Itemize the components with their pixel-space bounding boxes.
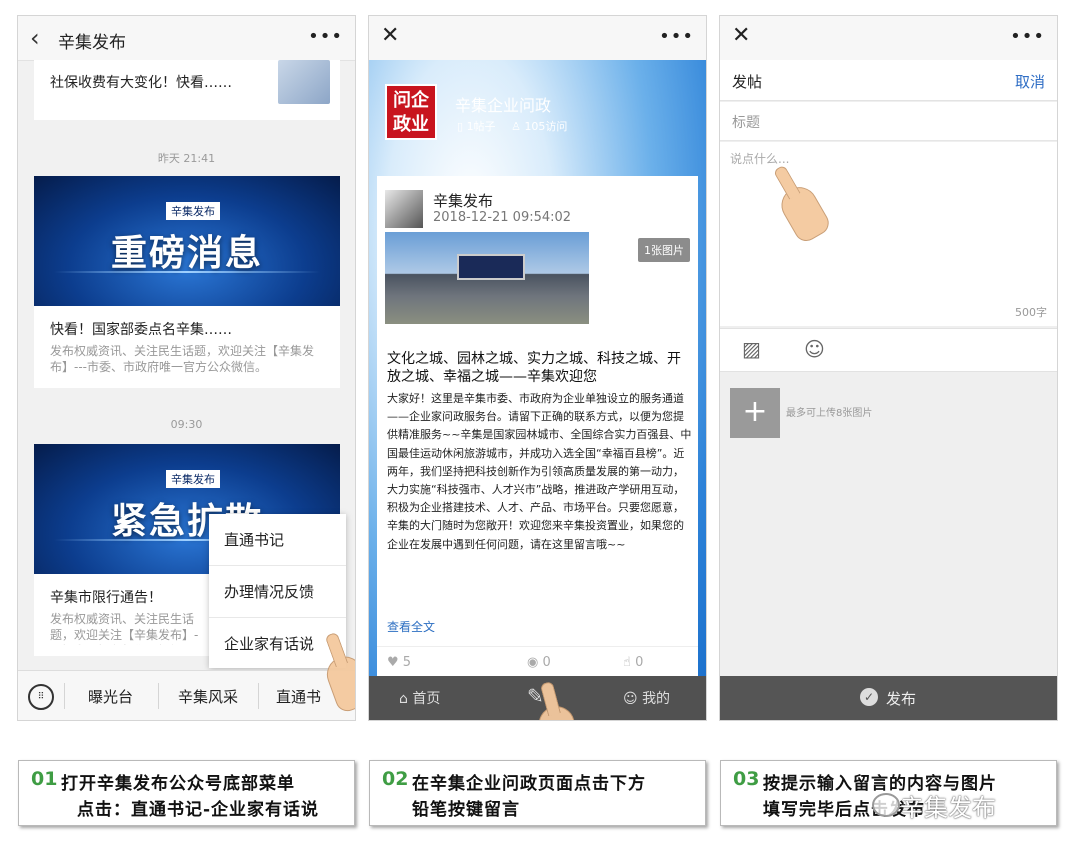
article-banner: 辛集发布 重磅消息 bbox=[34, 176, 340, 306]
cancel-button[interactable]: 取消 bbox=[1015, 71, 1045, 92]
check-icon: ✓ bbox=[860, 688, 878, 706]
bottom-menu-bar: ⠿ 曝光台 辛集风采 直通书 bbox=[18, 670, 355, 720]
post-headline: 文化之城、园林之城、实力之城、科技之城、开放之城、幸福之城——辛集欢迎您 bbox=[387, 351, 681, 385]
banner-text: 重磅消息 bbox=[110, 233, 263, 274]
article-thumbnail bbox=[278, 60, 330, 104]
publish-button[interactable]: ✓ 发布 bbox=[720, 676, 1057, 720]
phone-screen-3: ✕ ••• 发帖 取消 标题 说点什么... 500字 ▨ ☺ + 最多可上传8… bbox=[720, 16, 1057, 720]
post-author: 辛集发布 bbox=[433, 192, 494, 210]
page-title: 辛集发布 bbox=[58, 33, 126, 53]
compose-title: 发帖 bbox=[732, 73, 763, 91]
article-summary: 发布权威资讯、关注民生话题，欢迎关注【辛集发布】---市委、市政府唯一官方公众微… bbox=[50, 344, 315, 374]
close-icon[interactable]: ✕ bbox=[381, 23, 399, 48]
thumbs-up-button[interactable]: ☝ 0 bbox=[623, 655, 643, 670]
post-card[interactable]: 辛集发布 2018-12-21 09:54:02 1张图片 文化之城、园林之城、… bbox=[377, 176, 698, 676]
submenu-item[interactable]: 办理情况反馈 bbox=[209, 566, 346, 618]
submenu-item-entrepreneur[interactable]: 企业家有话说 bbox=[209, 618, 346, 669]
more-icon[interactable]: ••• bbox=[659, 26, 694, 47]
content-textarea[interactable]: 说点什么... 500字 bbox=[720, 142, 1057, 326]
comment-icon: ◉ bbox=[527, 655, 539, 670]
compose-toolbar: ▨ ☺ bbox=[720, 328, 1057, 372]
submenu-item[interactable]: 直通书记 bbox=[209, 514, 346, 566]
step-caption: 01 打开辛集发布公众号底部菜单 点击：直通书记-企业家有话说 bbox=[18, 760, 355, 826]
thumbs-up-icon: ☝ bbox=[623, 655, 631, 670]
wechat-icon bbox=[872, 793, 900, 817]
watermark: 辛集发布 bbox=[900, 794, 996, 822]
more-icon[interactable]: ••• bbox=[1010, 26, 1045, 47]
post-actions: ♥ 5 ◉ 0 ☝ 0 bbox=[377, 646, 698, 677]
timestamp: 09:30 bbox=[170, 418, 203, 431]
top-bar: ✕ ••• bbox=[369, 16, 706, 61]
image-count-badge: 1张图片 bbox=[638, 238, 690, 262]
user-icon: ☺ bbox=[623, 691, 638, 707]
top-bar: ✕ ••• bbox=[720, 16, 1057, 61]
article-headline: 辛集市限行通告！ bbox=[50, 590, 162, 606]
banner-tag: 辛集发布 bbox=[166, 202, 220, 220]
post-date: 2018-12-21 09:54:02 bbox=[433, 210, 572, 225]
phone-screen-2: ✕ ••• 问企政业 辛集企业问政 ▯ 1帖子 ♙ 105访问 辛集发布 201… bbox=[369, 16, 706, 720]
back-icon[interactable]: ‹ bbox=[30, 24, 40, 52]
add-image-button[interactable]: + bbox=[730, 388, 780, 438]
banner-tag: 辛集发布 bbox=[166, 470, 220, 488]
menu-item[interactable]: 直通书 bbox=[276, 686, 321, 707]
emoji-icon[interactable]: ☺ bbox=[804, 337, 825, 361]
tab-home[interactable]: ⌂ 首页 bbox=[399, 688, 440, 708]
like-button[interactable]: ♥ 5 bbox=[387, 655, 411, 670]
article-summary: 发布权威资讯、关注民生话题，欢迎关注【辛集发布】---市委、市政府唯一官方公众微… bbox=[50, 612, 199, 645]
page-title: 辛集企业问政 bbox=[455, 96, 552, 115]
article-headline: 快看！国家部委点名辛集…… bbox=[50, 322, 232, 338]
step-caption: 02 在辛集企业问政页面点击下方 铅笔按键留言 bbox=[369, 760, 706, 826]
bottom-tab-bar: ⌂ 首页 ✎ ☺ 我的 bbox=[369, 676, 706, 720]
char-limit: 500字 bbox=[1015, 306, 1047, 319]
compose-header: 发帖 取消 bbox=[720, 60, 1057, 101]
upload-tip: 最多可上传8张图片 bbox=[786, 408, 873, 419]
post-body: 大家好！这里是辛集市委、市政府为企业单独设立的服务通道——企业家问政服务台。请留… bbox=[387, 392, 692, 551]
keyboard-icon[interactable]: ⠿ bbox=[28, 684, 54, 710]
tab-mine[interactable]: ☺ 我的 bbox=[623, 688, 670, 708]
home-icon: ⌂ bbox=[399, 691, 408, 707]
menu-item[interactable]: 辛集风采 bbox=[178, 686, 238, 707]
image-icon[interactable]: ▨ bbox=[742, 337, 761, 361]
more-icon[interactable]: ••• bbox=[308, 26, 343, 47]
comment-button[interactable]: ◉ 0 bbox=[527, 655, 551, 670]
visits-count: 105访问 bbox=[524, 120, 568, 133]
heart-icon: ♥ bbox=[387, 655, 399, 670]
menu-item[interactable]: 曝光台 bbox=[88, 686, 133, 707]
logo-seal: 问企政业 bbox=[385, 84, 437, 140]
posts-count: 1帖子 bbox=[466, 120, 496, 133]
timestamp: 昨天 21:41 bbox=[157, 152, 216, 165]
article-card[interactable]: 辛集发布 重磅消息 快看！国家部委点名辛集…… 发布权威资讯、关注民生话题，欢迎… bbox=[34, 176, 340, 388]
article-card[interactable]: 社保收费有大变化！快看…… bbox=[34, 60, 340, 120]
user-icon: ♙ bbox=[511, 120, 521, 133]
article-title: 社保收费有大变化！快看…… bbox=[50, 75, 232, 91]
document-icon: ▯ bbox=[457, 120, 464, 133]
avatar bbox=[385, 190, 423, 228]
page-stats: ▯ 1帖子 ♙ 105访问 bbox=[457, 118, 567, 134]
read-all-link[interactable]: 查看全文 bbox=[387, 618, 435, 635]
submenu-popup: 直通书记 办理情况反馈 企业家有话说 bbox=[209, 514, 346, 668]
phone-screen-1: ‹ 辛集发布 ••• 社保收费有大变化！快看…… 昨天 21:41 辛集发布 重… bbox=[18, 16, 355, 720]
close-icon[interactable]: ✕ bbox=[732, 23, 750, 48]
post-image[interactable] bbox=[385, 232, 589, 324]
top-bar: ‹ 辛集发布 ••• bbox=[18, 16, 355, 61]
title-input[interactable]: 标题 bbox=[720, 102, 1057, 141]
